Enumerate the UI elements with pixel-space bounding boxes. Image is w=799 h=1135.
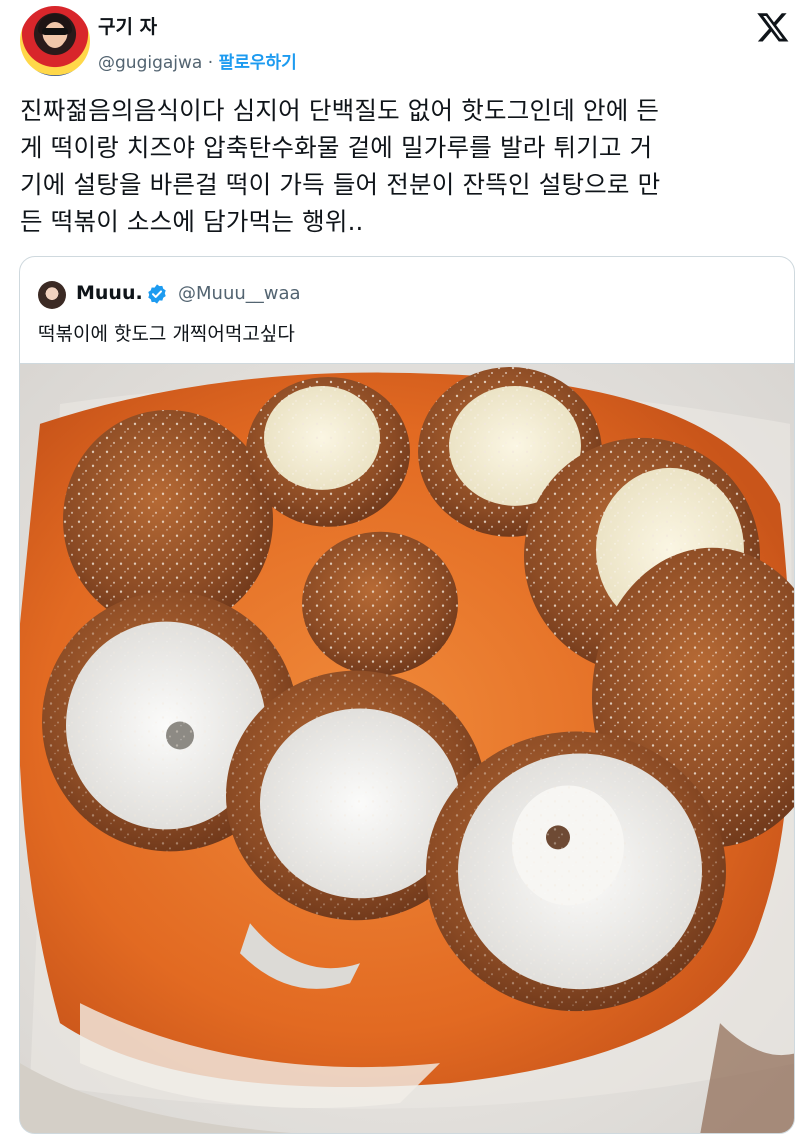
meta-separator: ·	[207, 53, 214, 73]
tweet-line: 든 떡볶이 소스에 담가먹는 행위..	[20, 207, 364, 236]
author-handle[interactable]: @gugigajwa	[98, 53, 202, 73]
quoted-tweet[interactable]: Muuu. @Muuu__waa 떡볶이에 핫도그 개찍어먹고싶다	[19, 256, 795, 1134]
author-meta: @gugigajwa · 팔로우하기	[98, 48, 297, 73]
quoted-tweet-header: Muuu. @Muuu__waa	[38, 281, 778, 309]
quoted-author-name[interactable]: Muuu.	[76, 282, 143, 304]
quoted-author-avatar[interactable]	[38, 281, 66, 309]
tweet-header: 구기 자 @gugigajwa · 팔로우하기	[20, 6, 790, 80]
tweet-line: 진짜젊음의음식이다 심지어 단백질도 없어 핫도그인데 안에 든	[20, 96, 660, 125]
x-logo-icon[interactable]	[756, 10, 790, 44]
tweet-line: 게 떡이랑 치즈야 압축탄수화물 겉에 밀가루를 발라 튀기고 거	[20, 133, 653, 162]
food-photo[interactable]	[20, 363, 795, 1134]
author-name[interactable]: 구기 자	[98, 12, 157, 39]
tweet-text: 진짜젊음의음식이다 심지어 단백질도 없어 핫도그인데 안에 든 게 떡이랑 치…	[20, 92, 790, 240]
follow-button[interactable]: 팔로우하기	[219, 53, 297, 73]
quoted-author-handle[interactable]: @Muuu__waa	[178, 283, 301, 304]
tweet-line: 기에 설탕을 바른걸 떡이 가득 들어 전분이 잔뜩인 설탕으로 만	[20, 170, 661, 199]
quoted-tweet-text: 떡볶이에 핫도그 개찍어먹고싶다	[38, 323, 295, 345]
author-avatar[interactable]	[20, 6, 90, 76]
verified-badge-icon	[148, 284, 166, 304]
